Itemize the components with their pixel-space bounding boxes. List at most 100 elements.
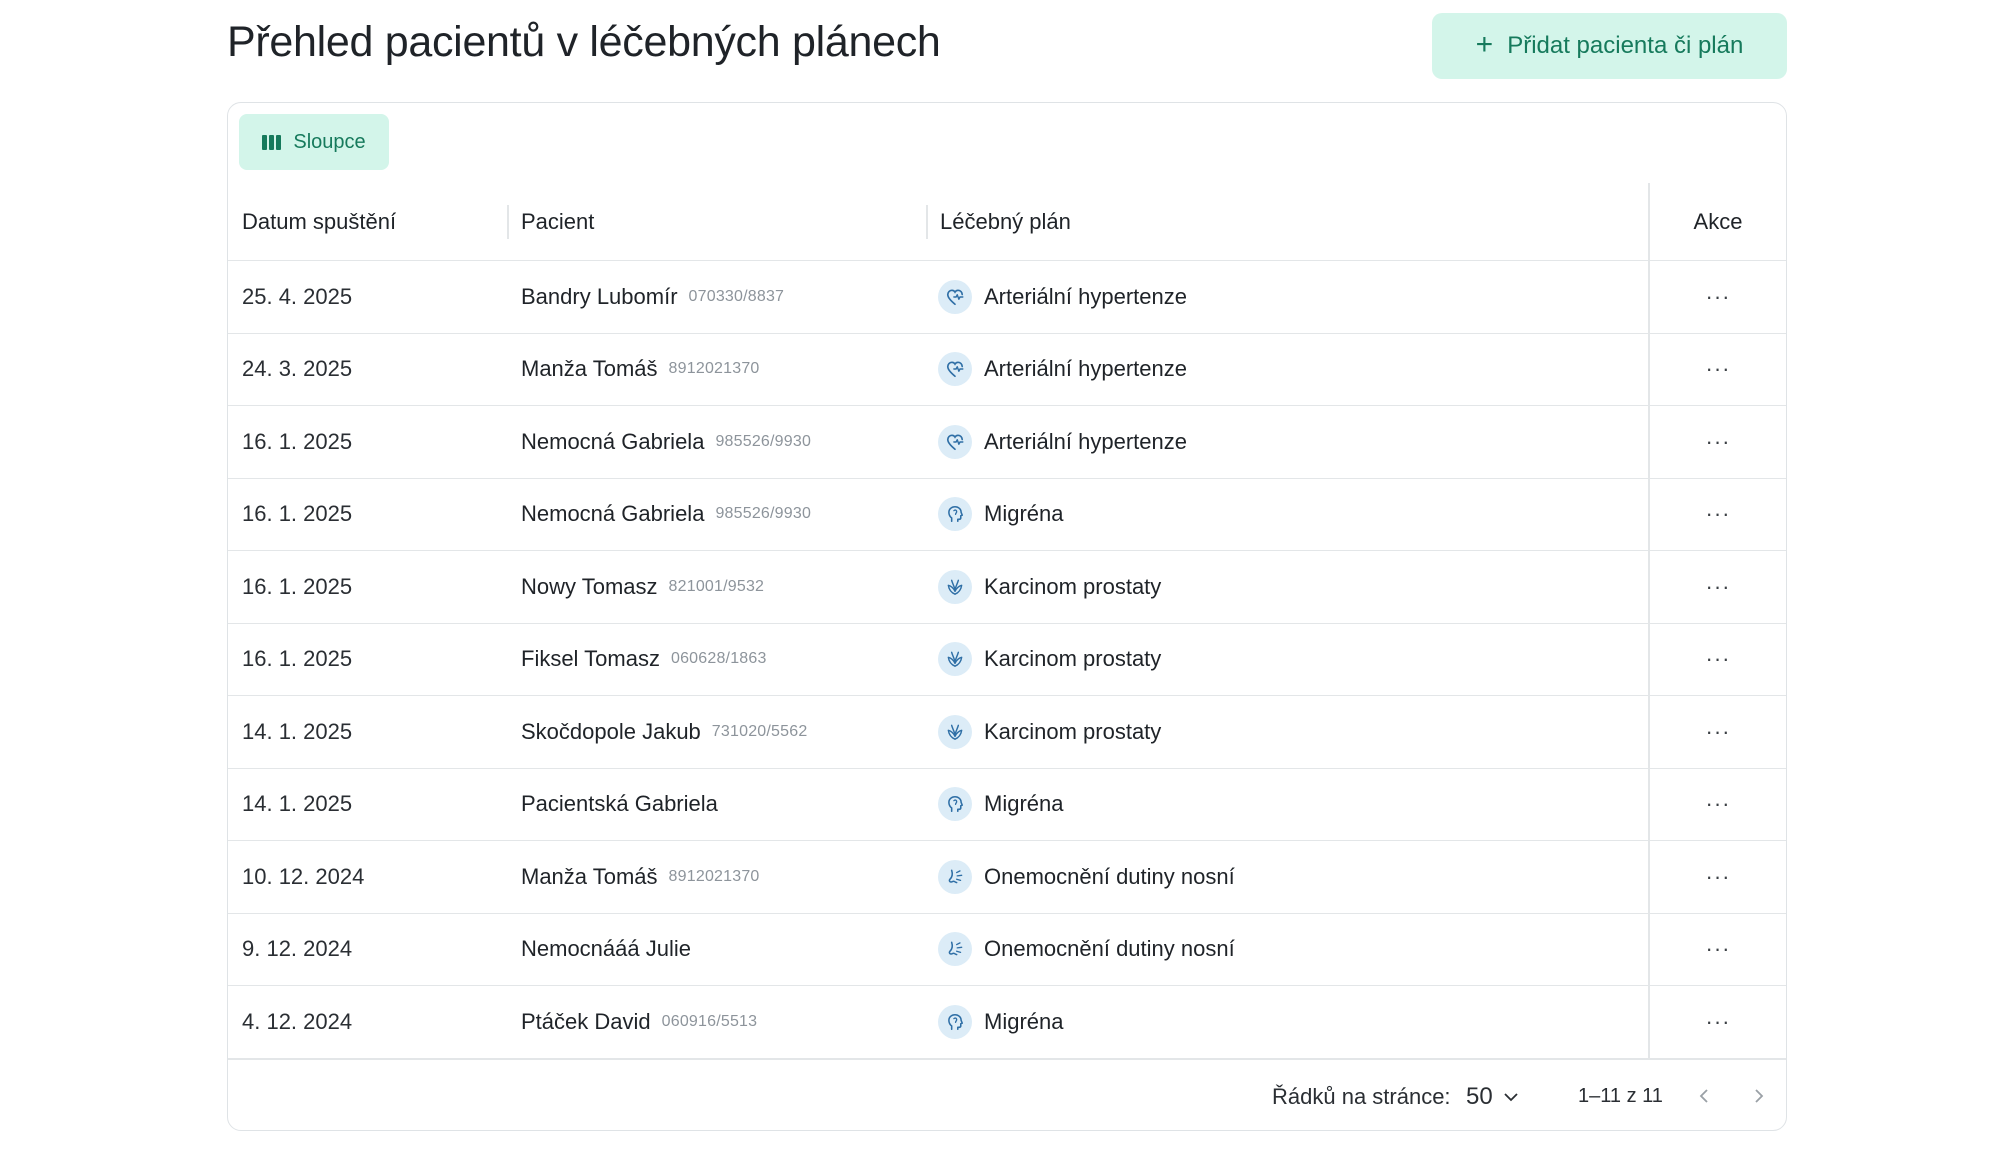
table-row[interactable]: 16. 1. 2025 Fiksel Tomasz 060628/1863 Ka… bbox=[228, 624, 1786, 696]
rows-per-page-label: Řádků na stránce: bbox=[1272, 1083, 1451, 1109]
treatment-plan-name[interactable]: Arteriální hypertenze bbox=[984, 429, 1187, 455]
row-actions-button[interactable]: ··· bbox=[1648, 551, 1786, 623]
patient-birth-number: 985526/9930 bbox=[715, 432, 812, 450]
launch-date: 14. 1. 2025 bbox=[242, 718, 353, 744]
patient-cell: Ptáček David 060916/5513 bbox=[521, 986, 757, 1058]
heart-pulse-icon bbox=[938, 424, 972, 459]
patient-name[interactable]: Manža Tomáš bbox=[521, 864, 658, 890]
heart-pulse-icon bbox=[938, 352, 972, 387]
columns-icon bbox=[262, 134, 282, 150]
launch-date: 4. 12. 2024 bbox=[242, 1008, 353, 1034]
launch-date: 25. 4. 2025 bbox=[242, 283, 353, 309]
patient-birth-number: 060916/5513 bbox=[661, 1012, 758, 1030]
treatment-plan-name[interactable]: Migréna bbox=[984, 1009, 1063, 1035]
head-icon bbox=[938, 787, 972, 822]
patient-cell: Manža Tomáš 8912021370 bbox=[521, 334, 760, 406]
table-header: Datum spuštění Pacient Léčebný plán Akce bbox=[228, 183, 1786, 261]
table-row[interactable]: 9. 12. 2024 Nemocnááá Julie Onemocnění d… bbox=[228, 914, 1786, 986]
heart-pulse-icon bbox=[938, 279, 972, 314]
row-actions-button[interactable]: ··· bbox=[1648, 696, 1786, 768]
row-actions-button[interactable]: ··· bbox=[1648, 624, 1786, 696]
column-header-patient[interactable]: Pacient bbox=[521, 183, 594, 261]
treatment-plan-cell: Migréna bbox=[938, 479, 1063, 551]
column-resize-handle[interactable] bbox=[507, 205, 509, 239]
rows-per-page-select[interactable]: 50 bbox=[1466, 1060, 1521, 1130]
treatment-plan-name[interactable]: Karcinom prostaty bbox=[984, 574, 1161, 600]
patient-birth-number: 060628/1863 bbox=[670, 650, 767, 668]
column-resize-handle[interactable] bbox=[926, 205, 928, 239]
row-actions-button[interactable]: ··· bbox=[1648, 914, 1786, 986]
treatment-plan-cell: Arteriální hypertenze bbox=[938, 261, 1187, 333]
patient-name[interactable]: Skočdopole Jakub bbox=[521, 719, 701, 745]
row-actions-button[interactable]: ··· bbox=[1648, 406, 1786, 478]
patient-birth-number: 070330/8837 bbox=[688, 287, 785, 305]
patient-cell: Fiksel Tomasz 060628/1863 bbox=[521, 624, 767, 696]
launch-date: 16. 1. 2025 bbox=[242, 573, 353, 599]
rows-per-page-value: 50 bbox=[1466, 1082, 1493, 1110]
patient-name[interactable]: Fiksel Tomasz bbox=[521, 646, 660, 672]
next-page-button[interactable] bbox=[1741, 1078, 1777, 1114]
patient-name[interactable]: Nowy Tomasz bbox=[521, 574, 658, 600]
patient-birth-number: 731020/5562 bbox=[711, 722, 808, 740]
add-button-label: Přidat pacienta či plán bbox=[1507, 32, 1744, 59]
treatment-plan-name[interactable]: Arteriální hypertenze bbox=[984, 356, 1187, 382]
launch-date: 24. 3. 2025 bbox=[242, 356, 353, 382]
pagination-bar: Řádků na stránce: 50 1–11 z 11 bbox=[228, 1059, 1786, 1130]
table-row[interactable]: 16. 1. 2025 Nemocná Gabriela 985526/9930… bbox=[228, 479, 1786, 551]
treatment-plan-name[interactable]: Karcinom prostaty bbox=[984, 719, 1161, 745]
patient-name[interactable]: Ptáček David bbox=[521, 1009, 651, 1035]
treatment-plan-name[interactable]: Arteriální hypertenze bbox=[984, 284, 1187, 310]
launch-date: 14. 1. 2025 bbox=[242, 791, 353, 817]
table-row[interactable]: 16. 1. 2025 Nowy Tomasz 821001/9532 Karc… bbox=[228, 551, 1786, 624]
column-header-plan[interactable]: Léčebný plán bbox=[940, 183, 1071, 261]
columns-button[interactable]: Sloupce bbox=[239, 114, 389, 170]
plus-icon: + bbox=[1475, 27, 1494, 61]
patient-name[interactable]: Nemocná Gabriela bbox=[521, 501, 704, 527]
patient-name[interactable]: Nemocná Gabriela bbox=[521, 429, 704, 455]
columns-button-label: Sloupce bbox=[293, 130, 366, 153]
patient-name[interactable]: Bandry Lubomír bbox=[521, 284, 678, 310]
table-row[interactable]: 24. 3. 2025 Manža Tomáš 8912021370 Arter… bbox=[228, 334, 1786, 406]
patient-cell: Bandry Lubomír 070330/8837 bbox=[521, 261, 784, 333]
treatment-plan-name[interactable]: Migréna bbox=[984, 501, 1063, 527]
table-body: 25. 4. 2025 Bandry Lubomír 070330/8837 A… bbox=[228, 261, 1786, 1059]
treatment-plan-name[interactable]: Onemocnění dutiny nosní bbox=[984, 864, 1235, 890]
treatment-plan-cell: Migréna bbox=[938, 769, 1063, 841]
table-row[interactable]: 14. 1. 2025 Skočdopole Jakub 731020/5562… bbox=[228, 696, 1786, 769]
treatment-plan-cell: Arteriální hypertenze bbox=[938, 406, 1187, 478]
patient-name[interactable]: Manža Tomáš bbox=[521, 356, 658, 382]
head-icon bbox=[938, 1004, 972, 1039]
ribbon-icon bbox=[938, 642, 972, 677]
patient-birth-number: 821001/9532 bbox=[668, 577, 765, 595]
row-actions-button[interactable]: ··· bbox=[1648, 479, 1786, 551]
launch-date: 16. 1. 2025 bbox=[242, 501, 353, 527]
patient-cell: Nemocná Gabriela 985526/9930 bbox=[521, 406, 811, 478]
patient-cell: Manža Tomáš 8912021370 bbox=[521, 841, 760, 913]
patients-table-card: Sloupce Datum spuštění Pacient Léčebný p… bbox=[227, 102, 1787, 1131]
row-actions-button[interactable]: ··· bbox=[1648, 769, 1786, 841]
patient-cell: Nemocná Gabriela 985526/9930 bbox=[521, 479, 811, 551]
treatment-plan-cell: Onemocnění dutiny nosní bbox=[938, 841, 1235, 913]
row-actions-button[interactable]: ··· bbox=[1648, 261, 1786, 333]
previous-page-button[interactable] bbox=[1686, 1078, 1722, 1114]
nose-icon bbox=[938, 859, 972, 894]
patient-name[interactable]: Pacientská Gabriela bbox=[521, 791, 718, 817]
ribbon-icon bbox=[938, 569, 972, 604]
table-row[interactable]: 10. 12. 2024 Manža Tomáš 8912021370 Onem… bbox=[228, 841, 1786, 914]
add-patient-or-plan-button[interactable]: + Přidat pacienta či plán bbox=[1432, 13, 1787, 79]
row-actions-button[interactable]: ··· bbox=[1648, 841, 1786, 913]
table-row[interactable]: 4. 12. 2024 Ptáček David 060916/5513 Mig… bbox=[228, 986, 1786, 1059]
table-row[interactable]: 25. 4. 2025 Bandry Lubomír 070330/8837 A… bbox=[228, 261, 1786, 334]
patient-name[interactable]: Nemocnááá Julie bbox=[521, 936, 691, 962]
treatment-plan-name[interactable]: Migréna bbox=[984, 791, 1063, 817]
row-actions-button[interactable]: ··· bbox=[1648, 986, 1786, 1058]
row-actions-button[interactable]: ··· bbox=[1648, 334, 1786, 406]
column-header-date[interactable]: Datum spuštění bbox=[242, 183, 396, 261]
table-row[interactable]: 14. 1. 2025 Pacientská Gabriela Migréna … bbox=[228, 769, 1786, 841]
treatment-plan-name[interactable]: Karcinom prostaty bbox=[984, 646, 1161, 672]
head-icon bbox=[938, 497, 972, 532]
nose-icon bbox=[938, 932, 972, 967]
treatment-plan-name[interactable]: Onemocnění dutiny nosní bbox=[984, 936, 1235, 962]
chevron-right-icon bbox=[1755, 1089, 1764, 1103]
table-row[interactable]: 16. 1. 2025 Nemocná Gabriela 985526/9930… bbox=[228, 406, 1786, 479]
